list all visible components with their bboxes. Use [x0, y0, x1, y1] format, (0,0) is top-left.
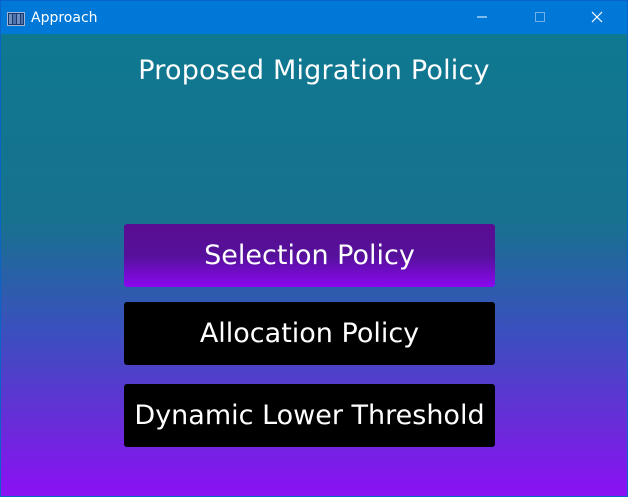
maximize-button[interactable]	[517, 1, 563, 34]
minimize-icon	[476, 8, 488, 27]
dynamic-lower-threshold-button[interactable]: Dynamic Lower Threshold	[124, 384, 495, 447]
allocation-policy-button[interactable]: Allocation Policy	[124, 302, 495, 365]
close-icon	[591, 8, 603, 27]
selection-policy-button[interactable]: Selection Policy	[124, 224, 495, 287]
maximize-icon	[534, 8, 546, 27]
minimize-button[interactable]	[459, 1, 505, 34]
app-window-icon	[7, 11, 25, 26]
window-title: Approach	[31, 10, 98, 26]
page-title: Proposed Migration Policy	[138, 55, 490, 86]
close-button[interactable]	[574, 1, 620, 34]
main-panel: Proposed Migration Policy Selection Poli…	[1, 34, 627, 496]
title-bar[interactable]: Approach	[1, 1, 627, 34]
app-window: Approach Proposed Migration Policy Selec…	[0, 0, 628, 497]
